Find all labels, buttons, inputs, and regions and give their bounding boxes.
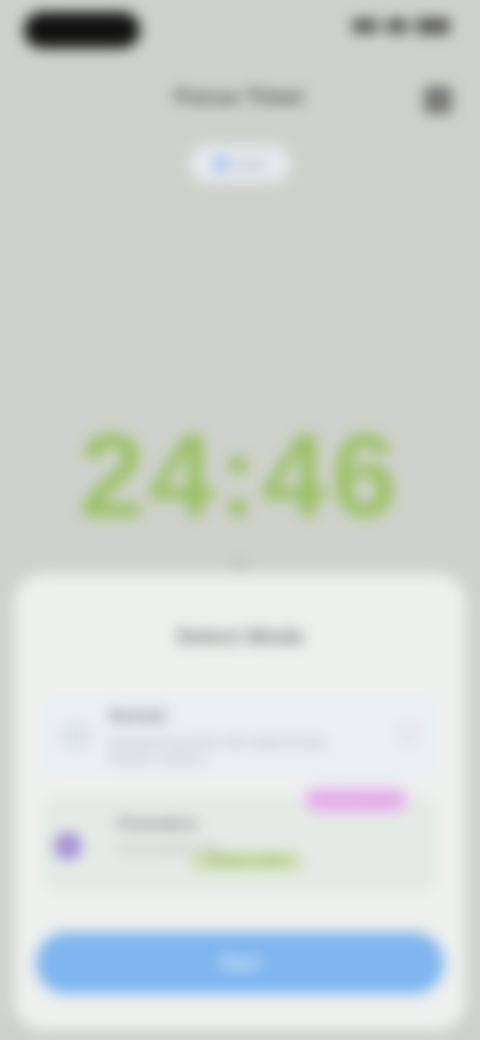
duration-highlight: 25 min + 5 min	[192, 852, 302, 870]
timer-display: 24:46	[79, 410, 401, 542]
radio-button[interactable]	[398, 724, 418, 744]
sheet-title: Select Mode	[175, 624, 305, 649]
start-button[interactable]: Start	[36, 932, 444, 994]
dynamic-island	[24, 12, 140, 48]
option-title: Normal	[110, 708, 166, 725]
mode-sheet: Select Mode Normal Standard focus timer …	[14, 574, 466, 1030]
page-title: Focus Timer	[174, 84, 306, 109]
recommended-badge: Recommended	[304, 788, 408, 812]
option-title: Pomodoro	[118, 816, 198, 833]
start-button-label: Start	[219, 952, 261, 973]
tomato-icon	[54, 832, 82, 860]
mode-icon	[213, 157, 228, 171]
mode-option-normal[interactable]: Normal Standard focus timer with regular…	[42, 694, 438, 778]
radio-button[interactable]	[398, 836, 418, 856]
status-bar	[0, 0, 480, 64]
option-description: Standard focus timer with regular breaks…	[110, 735, 326, 765]
mode-chip[interactable]: Work	[190, 146, 290, 182]
status-icons	[352, 18, 450, 34]
header: Focus Timer	[0, 72, 480, 132]
timer-caption: ••	[234, 556, 246, 573]
timer-icon	[62, 722, 90, 750]
wifi-icon	[386, 19, 408, 33]
mode-label: Work	[233, 156, 267, 172]
signal-icon	[352, 19, 378, 33]
battery-icon	[416, 18, 450, 34]
menu-button[interactable]	[424, 86, 452, 114]
